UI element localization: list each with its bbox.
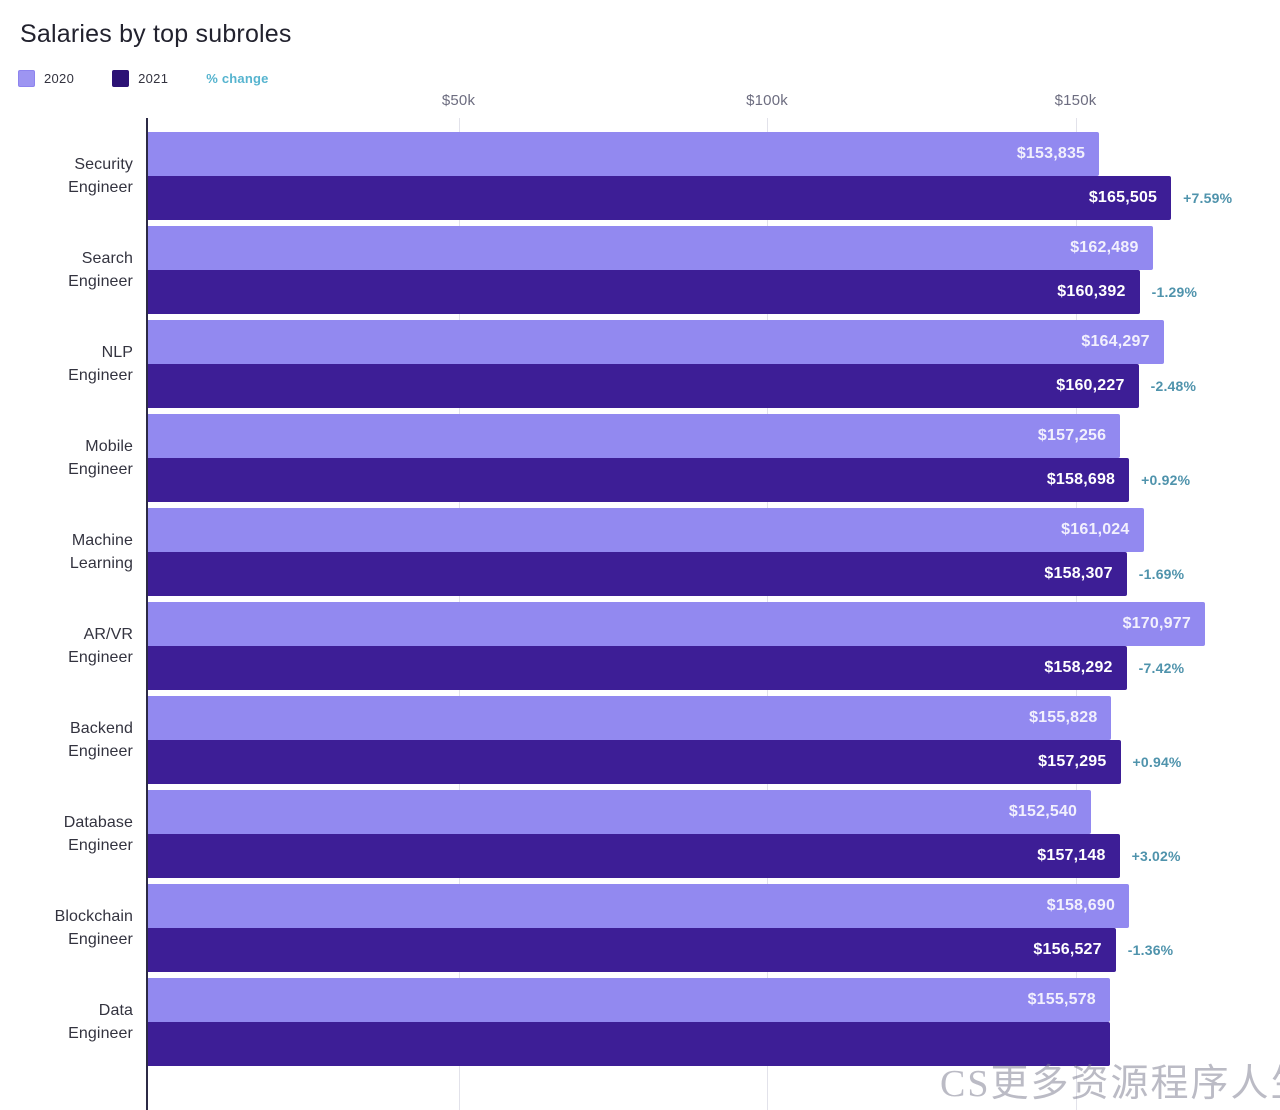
category-label-line1: NLP: [101, 344, 133, 361]
bar-2020[interactable]: $162,489: [148, 226, 1153, 270]
bar-2020[interactable]: $157,256: [148, 414, 1121, 458]
pct-change-label: +0.92%: [1141, 472, 1191, 488]
bar-2020[interactable]: $153,835: [148, 132, 1100, 176]
category-label: AR/VR Engineer: [0, 623, 133, 669]
category-label-line1: Mobile: [85, 438, 133, 455]
bar-2020[interactable]: $152,540: [148, 790, 1092, 834]
category-label: NLP Engineer: [0, 341, 133, 387]
pct-change-label: -1.29%: [1151, 284, 1198, 300]
category-label-line2: Engineer: [68, 649, 133, 666]
bar-value-2021: $158,698: [1046, 471, 1116, 488]
bar-2021[interactable]: [148, 1022, 1110, 1066]
pct-change-label: -7.42%: [1138, 660, 1185, 676]
category-label-line1: Machine: [71, 532, 133, 549]
bar-value-2020: $152,540: [1008, 803, 1078, 820]
bar-value-2021: $165,505: [1088, 189, 1158, 206]
bar-value-2020: $170,977: [1122, 615, 1191, 632]
bar-value-2020: $155,828: [1029, 709, 1098, 726]
chart-row: Data Engineer $155,578: [0, 964, 1280, 1066]
bar-value-2021: $158,292: [1044, 659, 1113, 676]
bar-chart-plot: $50k $100k $150k Security Engineer $153,835 $1…: [0, 0, 1280, 1110]
category-label-line2: Engineer: [68, 273, 133, 290]
category-label-line1: Security: [74, 156, 133, 173]
pct-change-label: -1.69%: [1138, 566, 1185, 582]
category-label: Database Engineer: [0, 811, 133, 857]
chart-row: AR/VR Engineer $170,977 $158,292 -7.42%: [0, 588, 1280, 690]
bar-value-2020: $158,690: [1046, 897, 1116, 914]
category-label-line2: Engineer: [68, 743, 133, 760]
category-label: Mobile Engineer: [0, 435, 133, 481]
bar-2020[interactable]: $155,828: [148, 696, 1112, 740]
chart-row: Backend Engineer $155,828 $157,295 +0.94%: [0, 682, 1280, 784]
bar-2020[interactable]: $164,297: [148, 320, 1164, 364]
category-label-line2: Engineer: [68, 837, 133, 854]
bar-value-2020: $164,297: [1081, 333, 1150, 350]
bar-2020[interactable]: $155,578: [148, 978, 1110, 1022]
bar-value-2020: $153,835: [1016, 145, 1086, 162]
bar-value-2021: $157,295: [1038, 753, 1107, 770]
category-label-line2: Engineer: [68, 179, 133, 196]
pct-change-label: -1.36%: [1127, 942, 1174, 958]
category-label: Backend Engineer: [0, 717, 133, 763]
pct-change-label: +3.02%: [1131, 848, 1181, 864]
chart-row: Blockchain Engineer $158,690 $156,527 -1.36%: [0, 870, 1280, 972]
chart-row: Search Engineer $162,489 $160,392 -1.29%: [0, 212, 1280, 314]
category-label-line1: Data: [98, 1002, 133, 1019]
x-axis-tick-label: $150k: [1054, 92, 1097, 109]
pct-change-label: +0.94%: [1132, 754, 1182, 770]
bar-2020[interactable]: $158,690: [148, 884, 1130, 928]
bar-value-2021: $160,392: [1057, 283, 1126, 300]
x-axis-tick-label: $100k: [746, 92, 788, 109]
category-label-line2: Engineer: [68, 367, 133, 384]
bar-value-2021: $157,148: [1037, 847, 1106, 864]
bar-value-2020: $162,489: [1070, 239, 1139, 256]
category-label: Security Engineer: [0, 153, 133, 199]
category-label-line1: AR/VR: [83, 626, 133, 643]
category-label: Blockchain Engineer: [0, 905, 133, 951]
category-label-line2: Learning: [69, 555, 133, 572]
x-axis-tick-label: $50k: [441, 92, 476, 109]
chart-row: Security Engineer $153,835 $165,505 +7.59%: [0, 118, 1280, 220]
chart-row: NLP Engineer $164,297 $160,227 -2.48%: [0, 306, 1280, 408]
category-label-line2: Engineer: [68, 1025, 133, 1042]
category-label: Search Engineer: [0, 247, 133, 293]
category-label-line1: Blockchain: [54, 908, 133, 925]
pct-change-label: -2.48%: [1150, 378, 1197, 394]
bar-value-2021: $158,307: [1044, 565, 1113, 582]
category-label-line1: Backend: [70, 720, 133, 737]
category-label-line2: Engineer: [68, 461, 133, 478]
category-label-line1: Database: [63, 814, 133, 831]
chart-row: Database Engineer $152,540 $157,148 +3.02%: [0, 776, 1280, 878]
bar-value-2020: $155,578: [1027, 991, 1096, 1008]
bar-2020[interactable]: $170,977: [148, 602, 1205, 646]
pct-change-label: +7.59%: [1183, 190, 1233, 206]
chart-row: Mobile Engineer $157,256 $158,698 +0.92%: [0, 400, 1280, 502]
category-label: Data Engineer: [0, 999, 133, 1045]
bar-2020[interactable]: $161,024: [148, 508, 1144, 552]
bar-value-2020: $157,256: [1037, 427, 1107, 444]
bar-value-2021: $156,527: [1033, 941, 1102, 958]
category-label-line1: Search: [81, 250, 133, 267]
category-label: Machine Learning: [0, 529, 133, 575]
category-label-line2: Engineer: [68, 931, 133, 948]
bar-value-2020: $161,024: [1061, 521, 1130, 538]
chart-row: Machine Learning $161,024 $158,307 -1.69%: [0, 494, 1280, 596]
bar-value-2021: $160,227: [1056, 377, 1125, 394]
